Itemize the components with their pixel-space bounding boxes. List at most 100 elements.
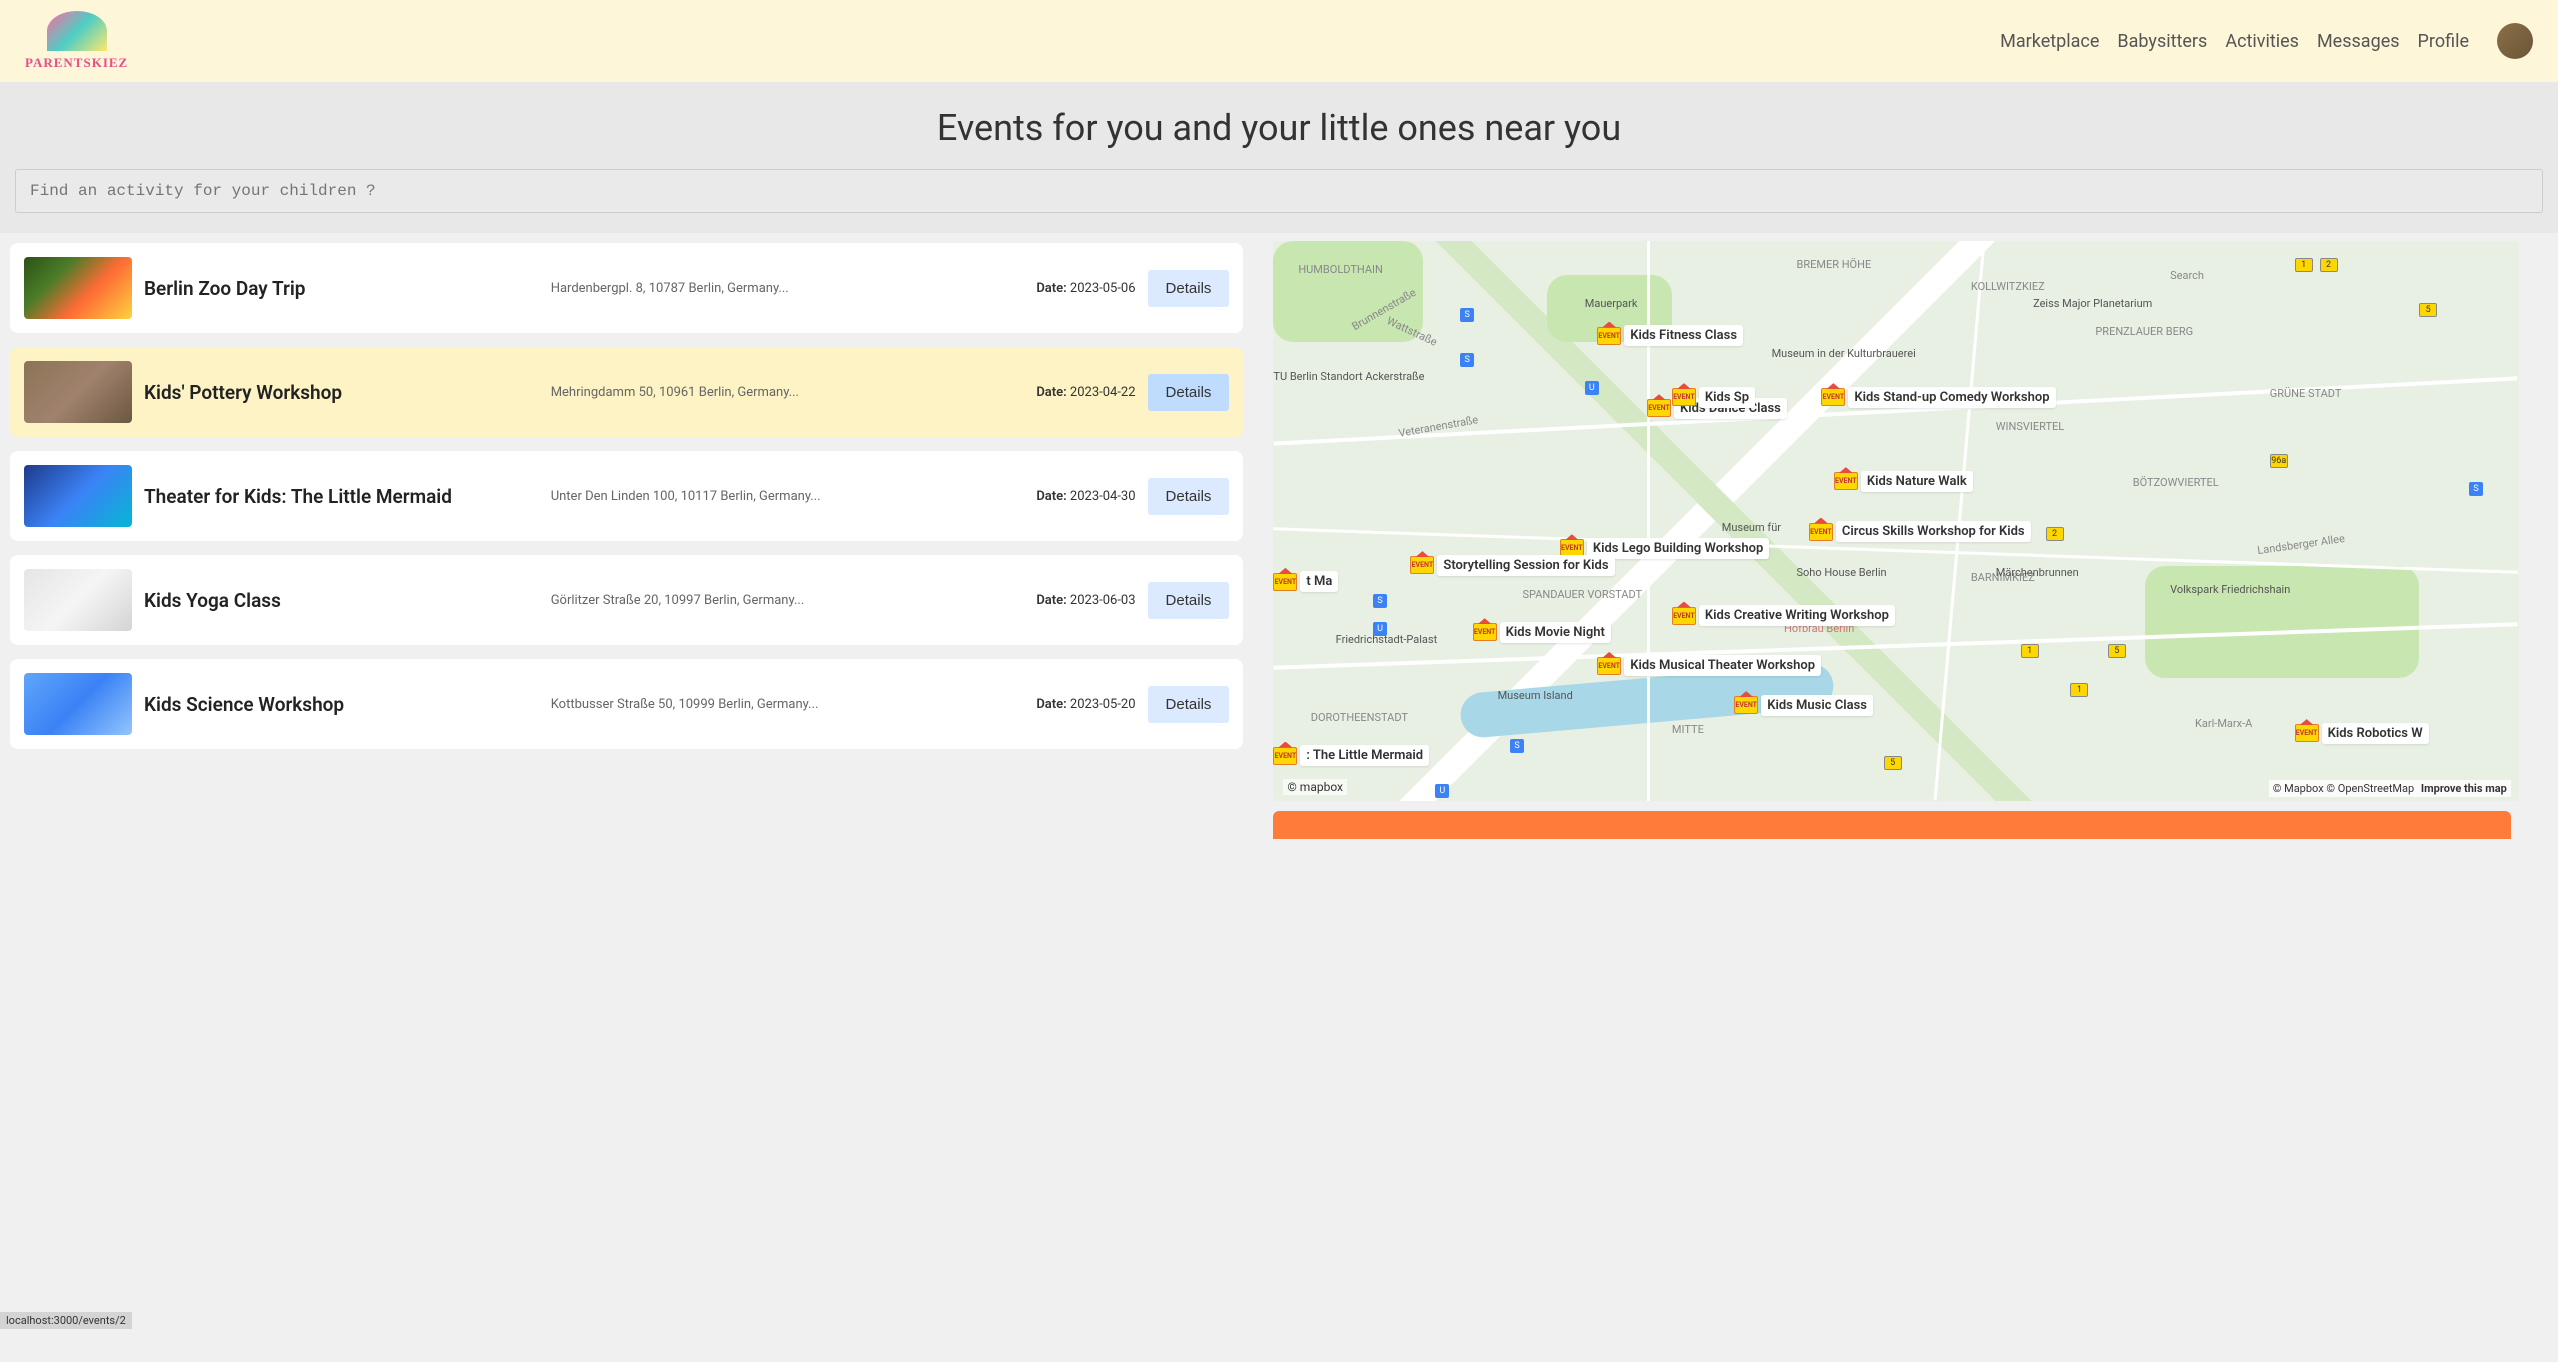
details-button[interactable]: Details (1148, 582, 1230, 619)
map-event-marker[interactable]: EVENT Storytelling Session for Kids (1410, 555, 1614, 576)
header: PARENTSKIEZ Marketplace Babysitters Acti… (0, 0, 2558, 82)
event-marker-label: Kids Nature Walk (1861, 471, 1973, 492)
details-button[interactable]: Details (1148, 270, 1230, 307)
route-marker: 5 (2419, 303, 2437, 317)
map-neighborhood: WINSVIERTEL (1996, 420, 2064, 433)
route-marker: 5 (1884, 756, 1902, 770)
map-event-marker[interactable]: EVENT Kids Stand-up Comedy Workshop (1821, 387, 2055, 408)
map-neighborhood: PRENZLAUER BERG (2095, 325, 2193, 338)
map-neighborhood: BÖTZOWVIERTEL (2133, 476, 2219, 489)
map-event-marker[interactable]: EVENT Kids Movie Night (1473, 622, 1611, 643)
map-event-marker[interactable]: EVENT : The Little Mermaid (1273, 745, 1429, 766)
event-marker-icon: EVENT (1672, 607, 1696, 625)
event-marker-label: Kids Musical Theater Workshop (1624, 655, 1821, 676)
page-title: Events for you and your little ones near… (15, 107, 2543, 149)
details-button[interactable]: Details (1148, 686, 1230, 723)
event-marker-label: Kids Fitness Class (1624, 325, 1743, 346)
transit-icon: S (2469, 482, 2483, 496)
map-neighborhood: BREMER HÖHE (1796, 258, 1871, 271)
event-marker-label: Circus Skills Workshop for Kids (1836, 521, 2031, 542)
map-event-marker[interactable]: EVENT Circus Skills Workshop for Kids (1809, 521, 2031, 542)
nav-activities[interactable]: Activities (2225, 31, 2299, 52)
transit-icon: U (1373, 622, 1387, 636)
map-neighborhood: DOROTHEENSTADT (1311, 711, 1408, 724)
event-card[interactable]: Kids Yoga Class Görlitzer Straße 20, 109… (10, 555, 1243, 645)
map-neighborhood: GRÜNE STADT (2270, 387, 2342, 400)
event-title: Theater for Kids: The Little Mermaid (144, 485, 539, 508)
nav-profile[interactable]: Profile (2418, 31, 2469, 52)
event-marker-icon: EVENT (1647, 399, 1671, 417)
nav-messages[interactable]: Messages (2317, 31, 2400, 52)
event-address: Hardenbergpl. 8, 10787 Berlin, Germany..… (551, 281, 1025, 296)
search-input[interactable] (15, 169, 2543, 213)
map-event-marker[interactable]: EVENT Kids Fitness Class (1597, 325, 1743, 346)
event-title: Kids' Pottery Workshop (144, 381, 539, 404)
event-marker-icon: EVENT (1809, 523, 1833, 541)
transit-icon: S (1460, 353, 1474, 367)
route-marker: 5 (2108, 644, 2126, 658)
avatar[interactable] (2497, 23, 2533, 59)
event-card[interactable]: Theater for Kids: The Little Mermaid Unt… (10, 451, 1243, 541)
map-poi: Karl-Marx-A (2195, 717, 2252, 730)
event-date: Date: 2023-04-30 (1036, 489, 1135, 504)
event-image (24, 361, 132, 423)
map-event-marker[interactable]: EVENT Kids Robotics W (2295, 723, 2429, 744)
map-neighborhood: MITTE (1672, 723, 1704, 736)
event-marker-icon: EVENT (1473, 623, 1497, 641)
event-date: Date: 2023-05-20 (1036, 697, 1135, 712)
map-event-marker[interactable]: EVENT Kids Creative Writing Workshop (1672, 605, 1895, 626)
event-address: Kottbusser Straße 50, 10999 Berlin, Germ… (551, 697, 1025, 712)
event-marker-icon: EVENT (1597, 657, 1621, 675)
nav-marketplace[interactable]: Marketplace (2000, 31, 2099, 52)
map-poi: Volkspark Friedrichshain (2170, 583, 2290, 596)
route-marker: 1 (2070, 683, 2088, 697)
event-card[interactable]: Kids Science Workshop Kottbusser Straße … (10, 659, 1243, 749)
event-card[interactable]: Kids' Pottery Workshop Mehringdamm 50, 1… (10, 347, 1243, 437)
event-marker-label: Kids Movie Night (1500, 622, 1611, 643)
event-card[interactable]: Berlin Zoo Day Trip Hardenbergpl. 8, 107… (10, 243, 1243, 333)
transit-icon: U (1585, 381, 1599, 395)
event-marker-label: : The Little Mermaid (1300, 745, 1429, 766)
map-event-marker[interactable]: EVENT Kids Nature Walk (1834, 471, 1973, 492)
event-list[interactable]: Berlin Zoo Day Trip Hardenbergpl. 8, 107… (0, 233, 1253, 1362)
details-button[interactable]: Details (1148, 478, 1230, 515)
event-marker-icon: EVENT (1410, 556, 1434, 574)
event-address: Unter Den Linden 100, 10117 Berlin, Germ… (551, 489, 1025, 504)
transit-icon: U (1435, 784, 1449, 798)
map-event-marker[interactable]: EVENT Kids Music Class (1734, 695, 1873, 716)
event-title: Berlin Zoo Day Trip (144, 277, 539, 300)
map-event-marker[interactable]: EVENT t Ma (1273, 571, 1338, 592)
attribution-text: © Mapbox © OpenStreetMap (2273, 782, 2414, 795)
map-neighborhood: SPANDAUER VORSTADT (1522, 588, 1642, 601)
event-marker-label: Kids Music Class (1761, 695, 1873, 716)
event-marker-label: t Ma (1300, 571, 1338, 592)
event-image (24, 569, 132, 631)
map[interactable]: BREMER HÖHE HUMBOLDTHAIN KOLLWITZKIEZ PR… (1273, 241, 2518, 801)
map-event-marker[interactable]: EVENT Kids Musical Theater Workshop (1597, 655, 1821, 676)
map-neighborhood: HUMBOLDTHAIN (1298, 263, 1383, 276)
nav: Marketplace Babysitters Activities Messa… (2000, 23, 2533, 59)
main-content: Berlin Zoo Day Trip Hardenbergpl. 8, 107… (0, 233, 2558, 1362)
event-address: Görlitzer Straße 20, 10997 Berlin, Germa… (551, 593, 1025, 608)
map-poi: Search (2170, 269, 2204, 282)
route-marker: 96a (2270, 454, 2288, 468)
event-marker-icon: EVENT (1597, 327, 1621, 345)
map-event-marker[interactable]: EVENT Kids Sp (1672, 387, 1755, 408)
event-image (24, 465, 132, 527)
event-marker-label: Storytelling Session for Kids (1437, 555, 1614, 576)
nav-babysitters[interactable]: Babysitters (2117, 31, 2207, 52)
event-marker-icon: EVENT (1273, 573, 1297, 591)
transit-icon: S (1373, 594, 1387, 608)
orange-action-button[interactable] (1273, 811, 2510, 839)
transit-icon: S (1460, 308, 1474, 322)
event-title: Kids Science Workshop (144, 693, 539, 716)
status-bar: localhost:3000/events/2 (0, 1312, 132, 1329)
logo[interactable]: PARENTSKIEZ (25, 11, 128, 71)
event-address: Mehringdamm 50, 10961 Berlin, Germany... (551, 385, 1025, 400)
map-poi: Soho House Berlin (1796, 566, 1886, 579)
route-marker: 1 (2295, 258, 2313, 272)
improve-map-link[interactable]: Improve this map (2421, 782, 2507, 795)
event-marker-icon: EVENT (1834, 472, 1858, 490)
map-poi: Museum in der Kulturbrauerei (1772, 347, 1916, 360)
details-button[interactable]: Details (1148, 374, 1230, 411)
